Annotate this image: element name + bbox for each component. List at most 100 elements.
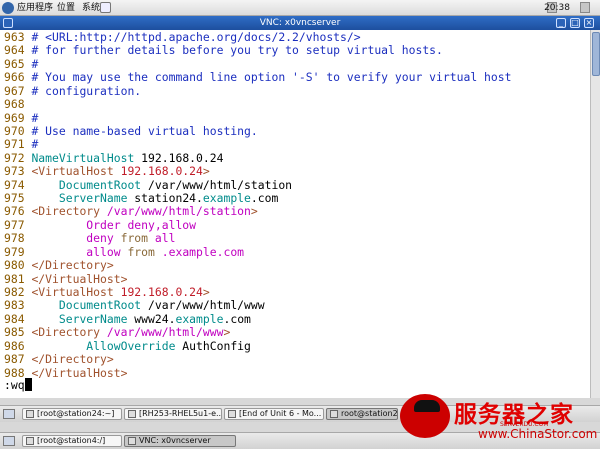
show-desktop-icon[interactable] [3, 409, 15, 419]
vnc-window-titlebar[interactable]: VNC: x0vncserver _ □ × [0, 16, 600, 30]
code-token: ServerName [31, 311, 128, 326]
taskbar-item-end-of-unit[interactable]: [End of Unit 6 - Mo... [224, 408, 324, 420]
line-number: 980 [4, 258, 25, 273]
code-token: AuthConfig [175, 338, 251, 353]
terminal-icon [26, 410, 34, 418]
vim-line: 968 [4, 97, 511, 111]
watermark-url: www.ChinaStor.com [478, 427, 598, 441]
terminal-icon [26, 437, 34, 445]
line-number: 983 [4, 298, 25, 313]
vim-line: 988 </VirtualHost> [4, 366, 511, 380]
code-token: <Directory [31, 204, 101, 219]
code-token: all [148, 231, 176, 246]
code-token: /var/www/html/station [141, 177, 293, 192]
code-token: > [223, 325, 231, 340]
vim-line: 985 <Directory /var/www/html/www> [4, 326, 511, 339]
code-token: 192.168.0.24 [113, 285, 203, 300]
vim-line: 972 NameVirtualHost 192.168.0.24 [4, 150, 511, 165]
code-token: # Use name-based virtual hosting. [31, 123, 258, 138]
code-token: <Directory [31, 325, 101, 340]
line-number: 987 [4, 352, 25, 367]
code-token: </Directory> [31, 258, 114, 273]
line-number: 985 [4, 325, 25, 340]
code-token: # You may use the command line option '-… [31, 70, 512, 85]
code-token: </VirtualHost> [31, 271, 128, 286]
code-token: ServerName [31, 191, 128, 206]
vim-buffer[interactable]: 963 # <URL:http://httpd.apache.org/docs/… [4, 30, 512, 380]
text-cursor [24, 378, 32, 391]
line-number: 965 [4, 56, 25, 71]
code-token: > [202, 285, 210, 300]
terminal-icon [330, 410, 338, 418]
vim-line: 981 </VirtualHost> [4, 271, 511, 286]
code-token: # configuration. [31, 83, 142, 98]
scrollbar-thumb[interactable] [592, 32, 600, 76]
network-icon[interactable] [580, 2, 590, 13]
vim-line: 984 ServerName www24.example.com [4, 311, 511, 326]
vim-line: 982 <VirtualHost 192.168.0.24> [4, 285, 511, 300]
vim-line: 978 deny from all [4, 232, 511, 245]
menu-system[interactable]: 系统 [82, 2, 100, 14]
code-token: example [202, 191, 251, 206]
code-token: Order deny,allow [31, 217, 197, 232]
line-number: 963 [4, 30, 25, 44]
vim-command: :wq [4, 378, 25, 392]
vim-line: 976 <Directory /var/www/html/station> [4, 205, 511, 218]
code-token: > [250, 204, 258, 219]
panel-clock[interactable]: 20:38 [544, 2, 570, 14]
maximize-button[interactable]: □ [570, 18, 580, 28]
taskbar-item-vnc[interactable]: VNC: x0vncserver [124, 435, 236, 447]
vim-line: 967 # configuration. [4, 83, 511, 98]
fedora-logo-icon[interactable] [2, 2, 14, 14]
code-token: # [31, 137, 39, 152]
vnc-window-title: VNC: x0vncserver [259, 18, 341, 28]
code-token: /var/www/html/station [100, 204, 251, 219]
line-number: 982 [4, 285, 25, 300]
code-token: DocumentRoot [31, 298, 142, 313]
vim-line: 970 # Use name-based virtual hosting. [4, 123, 511, 138]
line-number: 969 [4, 110, 25, 125]
code-token: /var/www/html/www [100, 325, 224, 340]
code-token: AllowOverride [31, 338, 176, 353]
line-number: 978 [4, 231, 25, 246]
browser-launcher-icon[interactable] [100, 2, 111, 13]
line-number: 966 [4, 70, 25, 85]
line-number: 979 [4, 244, 25, 259]
show-desktop-icon[interactable] [3, 436, 15, 446]
close-button[interactable]: × [584, 18, 594, 28]
code-token: 192.168.0.24 [113, 164, 203, 179]
vim-line: 975 ServerName station24.example.com [4, 191, 511, 206]
menu-applications[interactable]: 应用程序 [17, 2, 53, 14]
taskbar-item-host-terminal[interactable]: [root@station4:/] [22, 435, 122, 447]
code-token: 192.168.0.24 [134, 150, 224, 165]
line-number: 972 [4, 150, 25, 165]
code-token: .com [250, 191, 279, 206]
redhat-logo-icon [400, 394, 450, 438]
taskbar-item-terminal[interactable]: [root@station24:~] [22, 408, 122, 420]
code-token: deny [31, 231, 121, 246]
vim-line: 986 AllowOverride AuthConfig [4, 338, 511, 353]
code-token: # [31, 110, 39, 125]
line-number: 981 [4, 271, 25, 286]
code-token: </Directory> [31, 352, 114, 367]
watermark-logo: 服务器之家 SERVERDU.COM www.ChinaStor.com [398, 392, 600, 449]
vim-line: 965 # [4, 56, 511, 71]
code-token: from [127, 244, 155, 259]
terminal-view[interactable]: 963 # <URL:http://httpd.apache.org/docs/… [0, 30, 590, 398]
code-token: station24. [127, 191, 203, 206]
line-number: 986 [4, 338, 25, 353]
vim-command-line[interactable]: :wq [4, 378, 32, 392]
vim-line: 973 <VirtualHost 192.168.0.24> [4, 165, 511, 178]
terminal-scrollbar[interactable] [590, 30, 600, 398]
vim-line: 963 # <URL:http://httpd.apache.org/docs/… [4, 30, 511, 44]
code-token: DocumentRoot [31, 177, 142, 192]
line-number: 984 [4, 311, 25, 326]
document-icon [128, 410, 136, 418]
menu-places[interactable]: 位置 [57, 2, 75, 14]
taskbar-item-rh253[interactable]: [RH253-RHEL5u1-e... [124, 408, 222, 420]
code-token: www24. [127, 311, 176, 326]
code-token: .example.com [154, 244, 245, 259]
vim-line: 969 # [4, 110, 511, 125]
minimize-button[interactable]: _ [556, 18, 566, 28]
taskbar-item-root-terminal[interactable]: root@station24 [326, 408, 398, 420]
